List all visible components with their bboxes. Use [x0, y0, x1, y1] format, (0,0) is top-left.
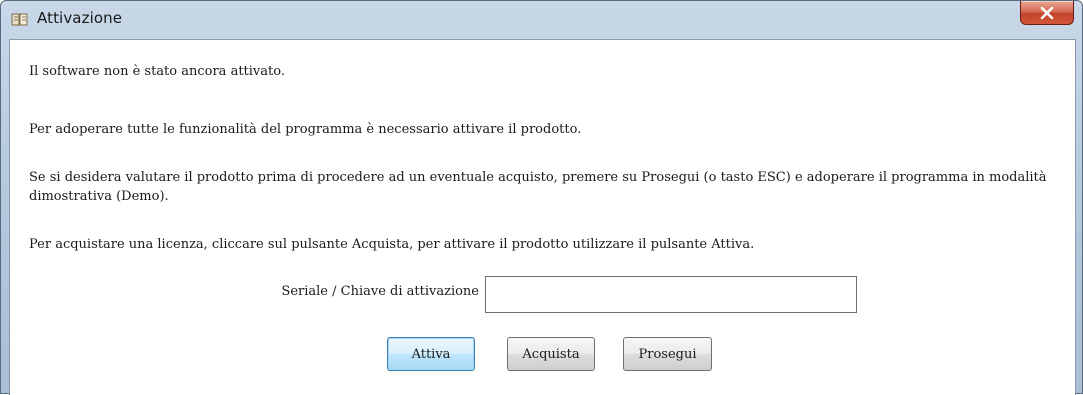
close-button[interactable]	[1020, 1, 1074, 25]
serial-label: Seriale / Chiave di attivazione	[281, 284, 479, 299]
purchase-message: Per acquistare una licenza, cliccare sul…	[29, 237, 755, 252]
serial-key-input[interactable]	[485, 276, 857, 313]
dialog-content: Il software non è stato ancora attivato.…	[9, 39, 1076, 395]
buy-button[interactable]: Acquista	[507, 337, 595, 371]
app-icon	[11, 11, 29, 29]
activate-button[interactable]: Attiva	[387, 337, 475, 371]
demo-message: Se si desidera valutare il prodotto prim…	[29, 170, 1047, 204]
activation-dialog: Attivazione Il software non è stato anco…	[0, 0, 1083, 395]
title-bar[interactable]: Attivazione	[1, 1, 1082, 39]
window-title: Attivazione	[37, 9, 123, 27]
status-message: Il software non è stato ancora attivato.	[29, 64, 285, 79]
info-message: Per adoperare tutte le funzionalità del …	[29, 122, 582, 137]
close-icon	[1040, 6, 1054, 20]
continue-button[interactable]: Prosegui	[623, 337, 712, 371]
